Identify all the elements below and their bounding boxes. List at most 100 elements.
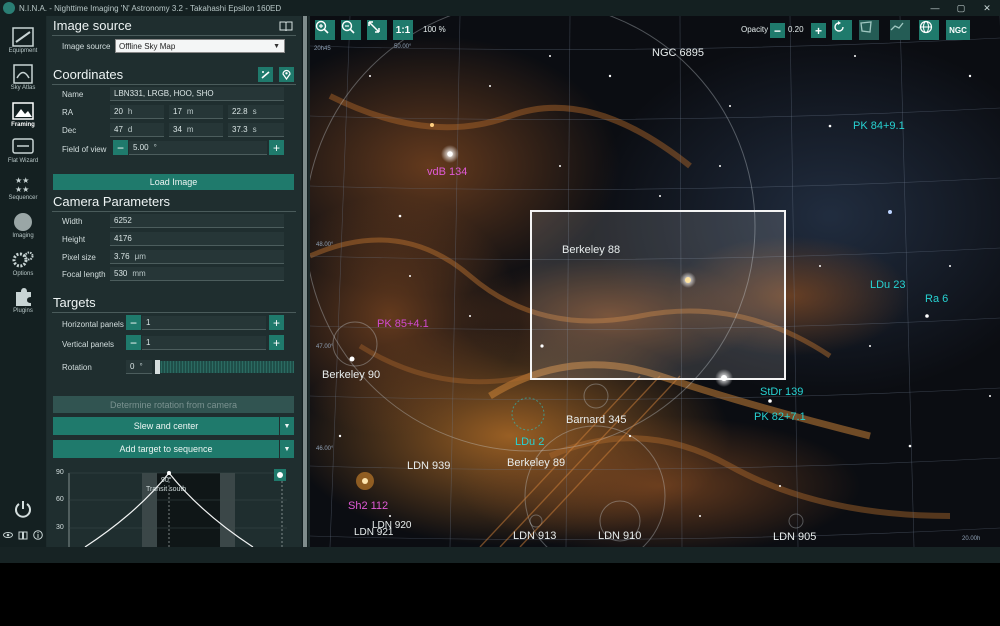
sky-label-berkeley-89[interactable]: Berkeley 89 [507, 457, 565, 469]
rotation-slider[interactable] [155, 360, 294, 374]
fit-to-view-button[interactable] [367, 20, 387, 40]
sky-label-ldn-905[interactable]: LDN 905 [773, 531, 816, 543]
image-source-dropdown[interactable]: Offline Sky Map ▼ [115, 39, 285, 53]
nav-item-equipment[interactable]: Equipment [0, 24, 46, 60]
fov-decrease-button[interactable]: − [113, 140, 128, 155]
horizontal-panels-input[interactable]: 1 [142, 316, 266, 330]
sky-label-ngc-6895[interactable]: NGC 6895 [652, 47, 704, 59]
minimize-button[interactable]: — [922, 0, 948, 16]
zoom-level: 100 % [423, 25, 446, 34]
pixel-size-value: 3.76 [114, 252, 130, 261]
determine-rotation-button[interactable]: Determine rotation from camera [53, 396, 294, 413]
camera-height-input[interactable]: 4176 [110, 232, 284, 246]
framing-panel: Image source Image source Offline Sky Ma… [47, 16, 301, 547]
coordinates-from-location-button[interactable] [279, 67, 294, 82]
vertical-panels-input[interactable]: 1 [142, 336, 266, 350]
nav-item-framing[interactable]: Framing [0, 98, 46, 134]
info-icon[interactable] [33, 530, 43, 540]
sky-map-view[interactable]: NGC 6895 PK 84+9.1 vdB 134 Berkeley 88 L… [310, 16, 1000, 547]
nina-app-window: N.I.N.A. - Nighttime Imaging 'N' Astrono… [0, 0, 1000, 563]
slew-and-center-button[interactable]: Slew and center [53, 417, 279, 435]
target-name-input[interactable]: LBN331, LRGB, HOO, SHO [110, 87, 284, 101]
book-icon[interactable] [18, 530, 28, 540]
sky-label-ldu-2[interactable]: LDu 2 [515, 436, 544, 448]
coordinates-from-telescope-button[interactable] [258, 67, 273, 82]
close-button[interactable]: ✕ [974, 0, 1000, 16]
vpanels-decrease-button[interactable]: − [126, 335, 141, 350]
nav-label-framing: Framing [11, 122, 35, 128]
pixel-size-input[interactable]: 3.76 μm [110, 250, 284, 264]
rotation-input[interactable]: 0 ° [126, 360, 152, 374]
ra-hours-input[interactable]: 20 h [110, 105, 164, 119]
fov-increase-button[interactable]: + [269, 140, 284, 155]
maximize-button[interactable]: ▢ [948, 0, 974, 16]
nav-item-imaging[interactable]: Imaging [0, 209, 46, 245]
sky-label-ldn-920[interactable]: LDN 920 [372, 520, 411, 531]
nav-item-plugins[interactable]: Plugins [0, 284, 46, 320]
sky-label-vdb-134[interactable]: vdB 134 [427, 166, 467, 178]
nav-item-sequencer[interactable]: ★★ ★★ Sequencer [0, 171, 46, 207]
add-target-options-dropdown[interactable]: ▼ [280, 440, 294, 458]
nav-item-sky-atlas[interactable]: Sky Atlas [0, 61, 46, 97]
sky-label-ldn-913[interactable]: LDN 913 [513, 530, 556, 542]
dec-seconds-input[interactable]: 37.3 s [228, 123, 284, 137]
status-bar [0, 547, 1000, 563]
hpanels-increase-button[interactable]: + [269, 315, 284, 330]
focal-length-input[interactable]: 530 mm [110, 267, 284, 281]
vpanels-increase-button[interactable]: + [269, 335, 284, 350]
chevron-down-icon: ▼ [283, 422, 291, 430]
zoom-in-button[interactable] [315, 20, 335, 40]
add-target-to-sequence-button[interactable]: Add target to sequence [53, 440, 279, 458]
nav-label-imaging: Imaging [12, 233, 34, 239]
grid-label-dec-47: 47.00° [316, 344, 334, 350]
zoom-out-button[interactable] [341, 20, 361, 40]
ra-minutes-unit: m [186, 107, 194, 116]
sky-label-berkeley-90[interactable]: Berkeley 90 [322, 369, 380, 381]
opacity-decrease-button[interactable]: − [770, 23, 785, 38]
slew-options-dropdown[interactable]: ▼ [280, 417, 294, 435]
horizontal-panels-label: Horizontal panels [62, 320, 124, 329]
panel-splitter[interactable] [302, 16, 308, 547]
sky-label-barnard-345[interactable]: Barnard 345 [566, 414, 627, 426]
eye-icon[interactable] [3, 530, 13, 540]
sky-label-pk-82[interactable]: PK 82+7.1 [754, 411, 806, 423]
sky-label-ldn-939[interactable]: LDN 939 [407, 460, 450, 472]
ra-seconds-input[interactable]: 22.8 s [228, 105, 284, 119]
rotation-slider-thumb[interactable] [155, 360, 160, 374]
actual-size-button[interactable]: 1:1 [393, 20, 413, 40]
nav-item-flat-wizard[interactable]: Flat Wizard [0, 134, 46, 170]
transit-label: Transit south [146, 486, 187, 493]
dec-minutes-input[interactable]: 34 m [169, 123, 223, 137]
camera-width-input[interactable]: 6252 [110, 214, 284, 228]
chart-toggle-button[interactable] [274, 469, 286, 481]
width-label: Width [62, 217, 83, 226]
load-image-button[interactable]: Load Image [53, 174, 294, 190]
ra-hours-unit: h [127, 107, 133, 116]
constellation-lines-button[interactable] [890, 20, 910, 40]
splitter-handle[interactable] [303, 16, 307, 547]
coordinate-grid-button[interactable] [919, 20, 939, 40]
power-button[interactable] [0, 499, 46, 519]
sky-label-pk-84[interactable]: PK 84+9.1 [853, 120, 905, 132]
ra-minutes-input[interactable]: 17 m [169, 105, 223, 119]
dec-degrees-input[interactable]: 47 d [110, 123, 164, 137]
constellation-boundaries-button[interactable] [859, 20, 879, 40]
sky-label-ra-6[interactable]: Ra 6 [925, 293, 948, 305]
field-of-view-input[interactable]: 5.00 ° [129, 141, 267, 155]
camera-framing-rectangle [530, 210, 786, 380]
ngc-annotations-button[interactable]: NGC [946, 20, 970, 40]
sky-label-stdr-139[interactable]: StDr 139 [760, 386, 803, 398]
sky-label-berkeley-88[interactable]: Berkeley 88 [562, 244, 620, 256]
sky-label-ldu-23[interactable]: LDu 23 [870, 279, 905, 291]
manual-book-icon[interactable] [279, 21, 293, 32]
nav-item-options[interactable]: Options [0, 247, 46, 283]
rotate-view-button[interactable] [832, 20, 852, 40]
dec-seconds-unit: s [252, 125, 257, 134]
sky-label-ldn-910[interactable]: LDN 910 [598, 530, 641, 542]
opacity-increase-button[interactable]: + [811, 23, 826, 38]
alt-tick-30: 30 [56, 524, 64, 531]
opacity-value[interactable]: 0.20 [788, 25, 804, 34]
sky-label-pk-85[interactable]: PK 85+4.1 [377, 318, 429, 330]
hpanels-decrease-button[interactable]: − [126, 315, 141, 330]
sky-label-sh2-112[interactable]: Sh2 112 [348, 500, 388, 512]
